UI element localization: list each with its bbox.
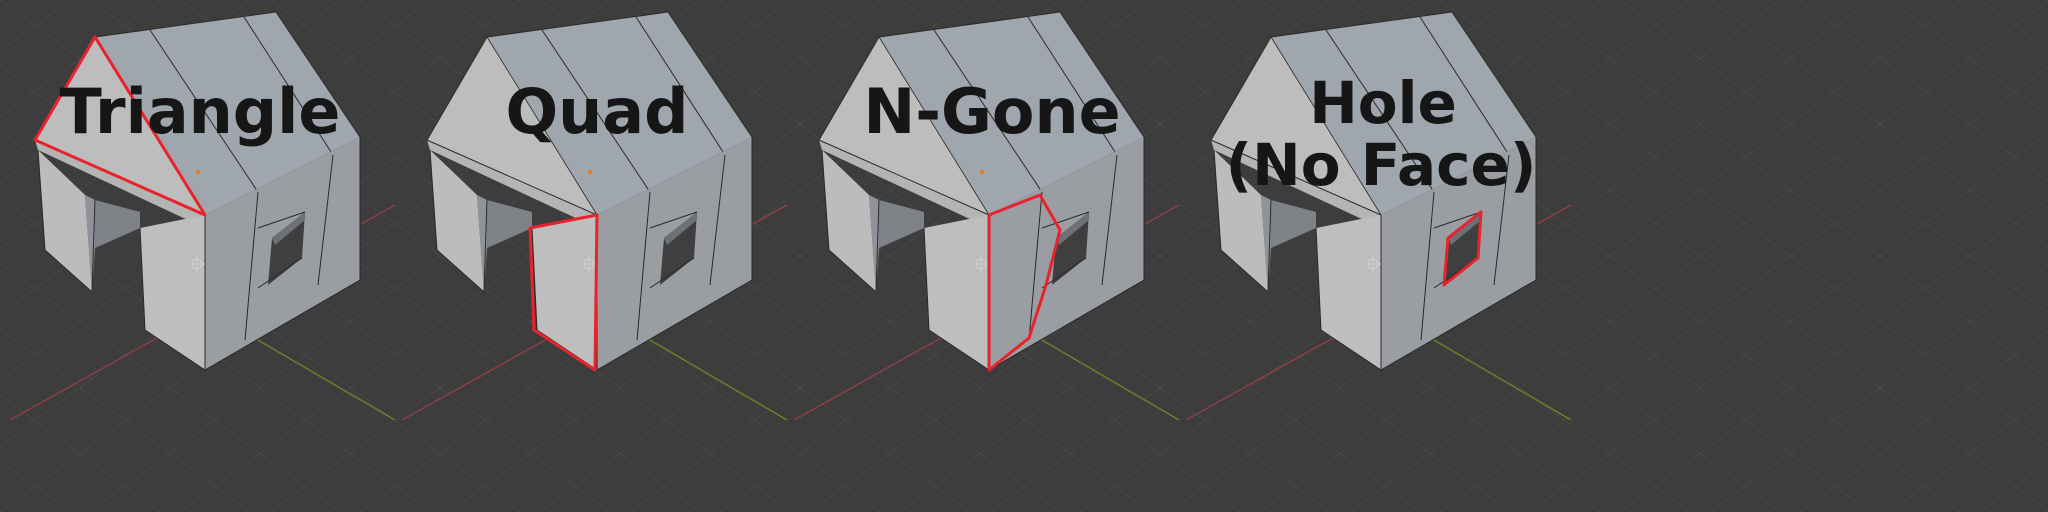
house-triangle: Triangle [33, 11, 361, 371]
mesh-examples: Triangle Quad N-Gone Hole (No Face) [33, 11, 1537, 372]
label-hole-line2: (No Face) [1226, 131, 1537, 199]
house-ngon: N-Gone [818, 11, 1145, 372]
label-quad: Quad [505, 75, 688, 148]
label-triangle: Triangle [60, 75, 341, 148]
label-hole-line1: Hole [1309, 69, 1457, 137]
house-hole: Hole (No Face) [1210, 11, 1537, 371]
viewport-3d[interactable]: Triangle Quad N-Gone Hole (No Face) [0, 0, 2048, 512]
house-quad: Quad [426, 11, 753, 372]
label-ngon: N-Gone [863, 75, 1120, 148]
